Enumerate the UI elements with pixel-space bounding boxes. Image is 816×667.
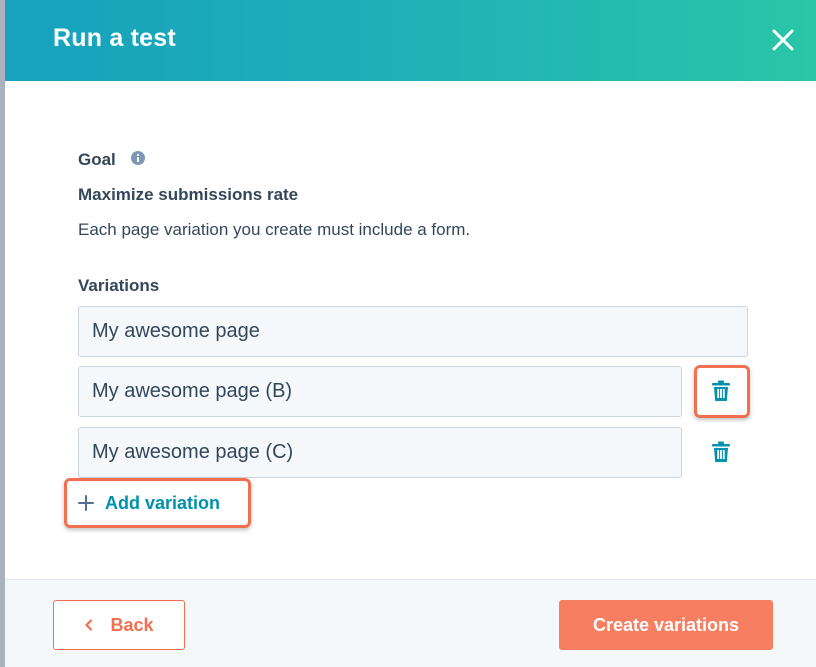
close-button[interactable] bbox=[765, 22, 801, 58]
variation-a-input[interactable] bbox=[78, 306, 748, 357]
create-variations-button[interactable]: Create variations bbox=[559, 600, 773, 650]
chevron-left-icon bbox=[85, 619, 93, 631]
modal-body: Goal Maximize submissions rate Each page… bbox=[5, 81, 816, 579]
goal-value: Maximize submissions rate bbox=[78, 185, 299, 204]
variations-label: Variations bbox=[78, 276, 160, 295]
variation-c-input[interactable] bbox=[78, 427, 682, 478]
close-icon bbox=[772, 29, 794, 51]
add-variation-button[interactable]: Add variation bbox=[78, 488, 220, 518]
run-test-modal: Run a test Goal Maximize submissions rat… bbox=[5, 0, 816, 667]
variation-b-input[interactable] bbox=[78, 366, 682, 417]
plus-icon bbox=[78, 495, 94, 511]
back-button[interactable]: Back bbox=[53, 600, 185, 650]
modal-title: Run a test bbox=[53, 24, 176, 52]
delete-variation-c-button[interactable] bbox=[704, 435, 738, 469]
add-variation-label: Add variation bbox=[105, 492, 221, 513]
create-variations-label: Create variations bbox=[592, 614, 740, 635]
goal-description: Each page variation you create must incl… bbox=[78, 220, 471, 239]
back-button-label: Back bbox=[110, 614, 154, 635]
trash-icon bbox=[712, 380, 730, 401]
trash-icon bbox=[712, 441, 730, 462]
delete-variation-b-button[interactable] bbox=[704, 374, 738, 408]
info-icon[interactable] bbox=[131, 151, 145, 165]
modal-header: Run a test bbox=[5, 0, 816, 81]
modal-footer: Back Create variations bbox=[5, 579, 816, 667]
goal-label: Goal bbox=[78, 150, 116, 169]
